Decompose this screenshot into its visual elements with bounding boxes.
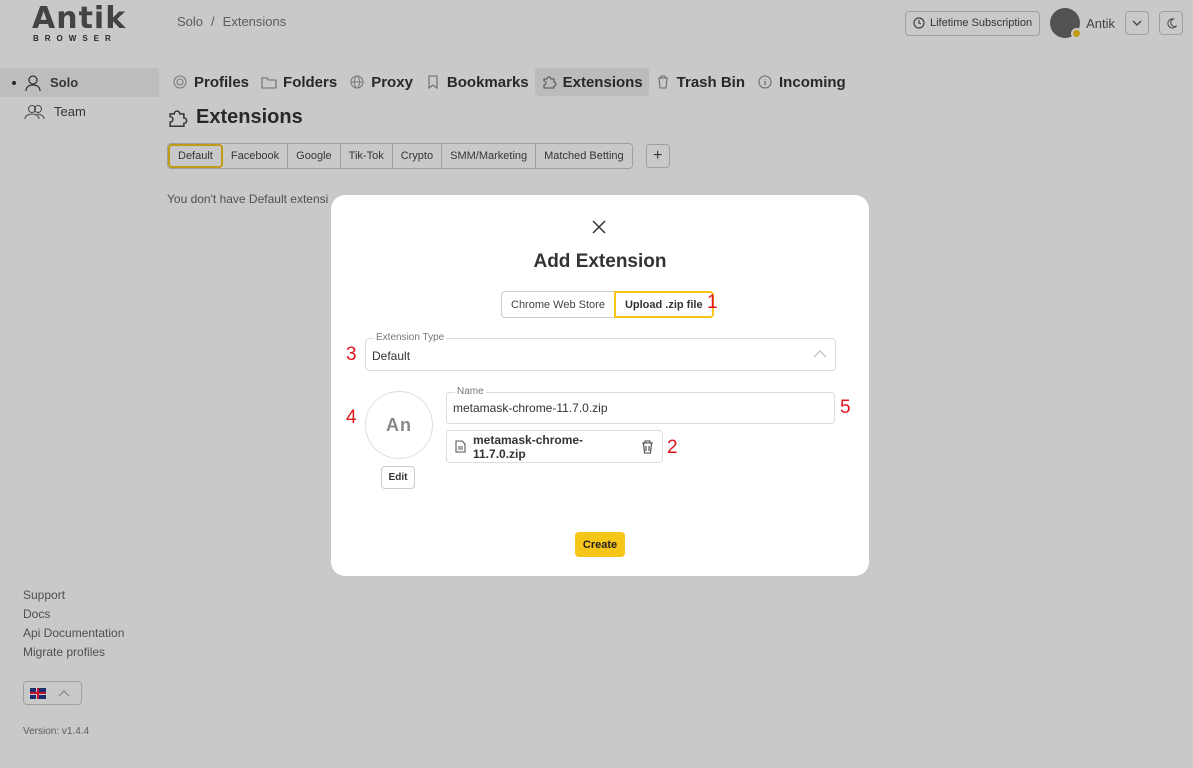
source-toggle: Chrome Web Store Upload .zip file (501, 291, 714, 318)
annotation-marker-4: 4 (346, 407, 357, 428)
create-button[interactable]: Create (575, 532, 625, 557)
edit-icon-button[interactable]: Edit (381, 466, 415, 489)
annotation-marker-5: 5 (840, 397, 851, 418)
add-extension-dialog: Add Extension Chrome Web Store Upload .z… (331, 195, 869, 576)
extension-type-label: Extension Type (374, 332, 447, 343)
file-icon (455, 440, 466, 453)
name-field[interactable]: Name (446, 386, 835, 424)
annotation-marker-1: 1 (707, 292, 718, 313)
uploaded-file-chip: metamask-chrome-11.7.0.zip (446, 430, 663, 463)
chrome-web-store-button[interactable]: Chrome Web Store (501, 291, 614, 318)
close-icon[interactable] (591, 219, 607, 235)
annotation-marker-3: 3 (346, 344, 357, 365)
trash-icon[interactable] (641, 439, 654, 454)
name-label: Name (455, 386, 486, 397)
chevron-up-icon (813, 350, 827, 358)
dialog-title: Add Extension (533, 251, 667, 272)
annotation-marker-2: 2 (667, 437, 678, 458)
upload-zip-button[interactable]: Upload .zip file (613, 291, 714, 318)
uploaded-file-name: metamask-chrome-11.7.0.zip (473, 432, 584, 461)
name-input[interactable] (453, 401, 823, 415)
extension-type-value: Default (372, 349, 411, 363)
extension-icon-preview: An (365, 391, 433, 459)
extension-type-select[interactable]: Extension Type Default (365, 332, 836, 371)
extension-icon-text: An (386, 414, 412, 435)
